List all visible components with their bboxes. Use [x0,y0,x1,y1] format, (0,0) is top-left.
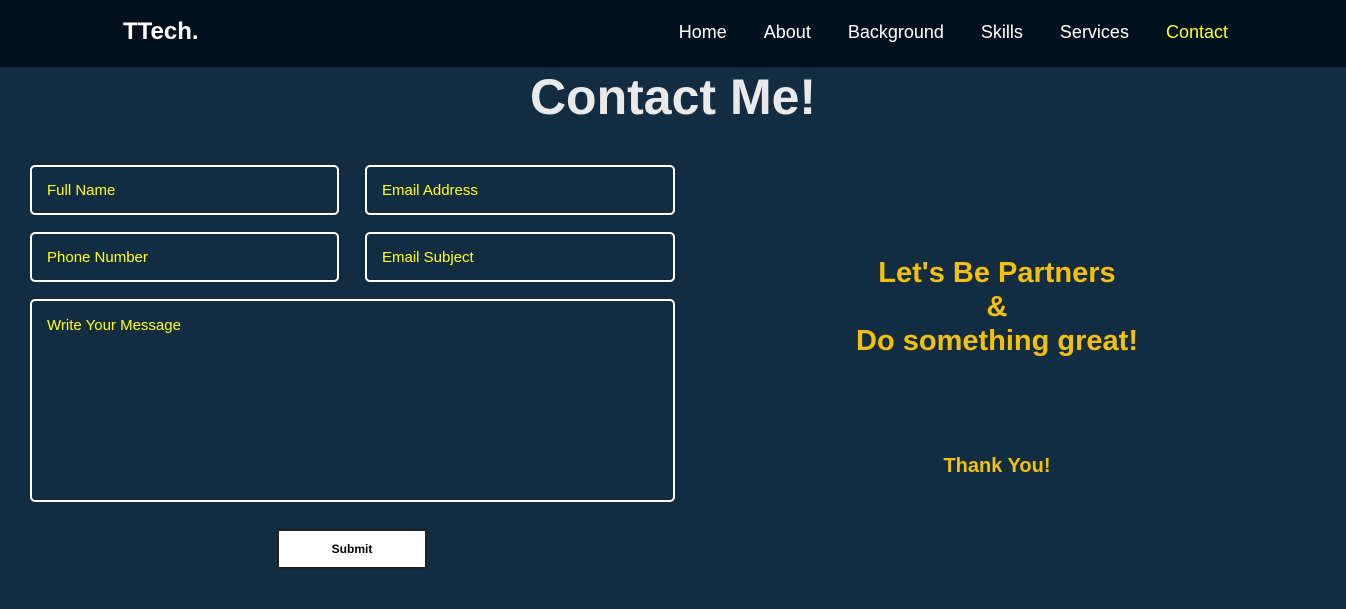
nav-link-contact[interactable]: Contact [1166,20,1228,44]
nav-link-skills[interactable]: Skills [981,20,1023,44]
thank-you-text: Thank You! [943,455,1051,477]
tagline-line-1: Let's Be Partners [878,257,1116,289]
nav-link-background[interactable]: Background [848,20,944,44]
email-address-input[interactable] [365,165,675,215]
tagline-line-2: Do something great! [856,325,1138,357]
phone-number-input[interactable] [30,232,339,282]
nav-link-about[interactable]: About [764,20,811,44]
nav-link-services[interactable]: Services [1060,20,1129,44]
message-textarea[interactable] [30,299,675,502]
brand-logo[interactable]: TTech. [123,17,199,47]
email-subject-input[interactable] [365,232,675,282]
nav-menu: Home About Background Skills Services Co… [642,20,1228,44]
nav-link-home[interactable]: Home [679,20,727,44]
page-title: Contact Me! [529,69,817,125]
partner-tagline: Let's Be Partners & Do something great! [747,256,1247,358]
full-name-input[interactable] [30,165,339,215]
submit-button[interactable]: Submit [277,529,427,569]
tagline-ampersand: & [986,291,1008,323]
top-navbar: TTech. Home About Background Skills Serv… [0,0,1346,67]
